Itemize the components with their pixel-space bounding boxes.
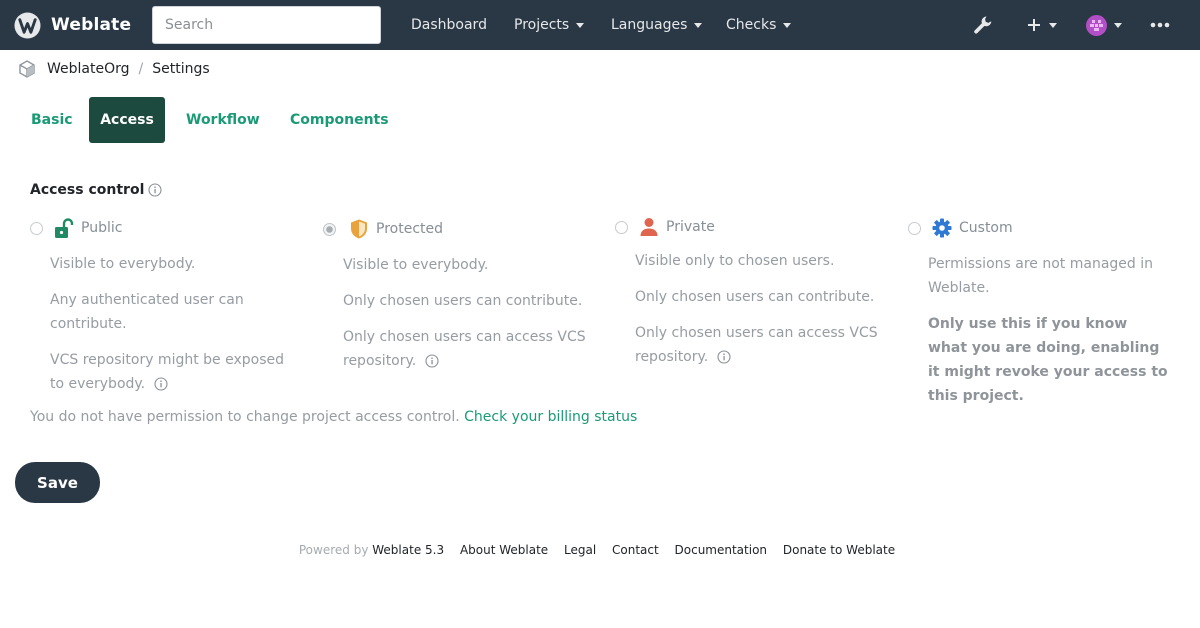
protected-desc-line: Visible to everybody. <box>343 257 489 273</box>
footer-about-link[interactable]: About Weblate <box>460 543 548 557</box>
access-option-private: Private Visible only to chosen users. On… <box>615 213 885 369</box>
access-option-protected-header[interactable]: Protected <box>323 215 593 243</box>
public-desc-line: VCS repository might be exposed to every… <box>50 348 300 396</box>
shield-icon <box>351 219 367 239</box>
tools-button[interactable] <box>973 0 993 50</box>
user-icon <box>640 218 658 236</box>
avatar-icon <box>1086 14 1107 36</box>
private-vcs-text: Only chosen users can access VCS reposit… <box>635 325 878 365</box>
protected-desc-line: Only chosen users can contribute. <box>343 293 583 309</box>
footer: Powered by Weblate 5.3 About Weblate Leg… <box>0 543 1200 557</box>
brand-name: Weblate <box>51 15 132 35</box>
public-description: Visible to everybody. Any authenticated … <box>50 252 300 396</box>
tab-components-label: Components <box>290 112 389 128</box>
top-navbar: Weblate Dashboard Projects Languages Che… <box>0 0 1200 50</box>
tab-access-label: Access <box>100 112 154 128</box>
private-desc-line: Only chosen users can access VCS reposit… <box>635 321 885 369</box>
ellipsis-icon <box>1150 22 1170 28</box>
access-option-private-header[interactable]: Private <box>615 213 885 241</box>
tab-workflow[interactable]: Workflow <box>171 97 275 143</box>
caret-down-icon <box>576 23 585 28</box>
caret-down-icon <box>694 23 703 28</box>
save-button[interactable]: Save <box>15 462 100 503</box>
nav-dashboard[interactable]: Dashboard <box>411 0 487 50</box>
nav-checks[interactable]: Checks <box>726 0 792 50</box>
caret-down-icon <box>783 23 792 28</box>
custom-description: Permissions are not managed in Weblate. … <box>928 252 1170 408</box>
breadcrumb-settings-link[interactable]: Settings <box>152 61 209 77</box>
private-label: Private <box>666 219 715 235</box>
info-icon[interactable] <box>717 350 731 364</box>
nav-languages-label: Languages <box>611 17 688 33</box>
footer-version-link[interactable]: Weblate 5.3 <box>372 543 444 557</box>
private-desc-line: Only chosen users can contribute. <box>635 289 875 305</box>
breadcrumb: WeblateOrg / Settings <box>17 58 210 80</box>
nav-projects-label: Projects <box>514 17 570 33</box>
access-option-protected: Protected Visible to everybody. Only cho… <box>323 215 593 373</box>
info-icon[interactable] <box>425 354 439 368</box>
footer-contact-link[interactable]: Contact <box>612 543 659 557</box>
custom-radio[interactable] <box>908 221 921 235</box>
breadcrumb-org-link[interactable]: WeblateOrg <box>47 61 130 77</box>
nav-projects[interactable]: Projects <box>514 0 585 50</box>
more-menu-button[interactable] <box>1150 0 1170 50</box>
access-option-custom: Custom Permissions are not managed in We… <box>908 214 1170 408</box>
custom-warning: Only use this if you know what you are d… <box>928 316 1168 404</box>
protected-vcs-text: Only chosen users can access VCS reposit… <box>343 329 586 369</box>
nav-checks-label: Checks <box>726 17 777 33</box>
public-label: Public <box>81 220 123 236</box>
caret-down-icon <box>1049 23 1057 28</box>
tab-components[interactable]: Components <box>275 97 404 143</box>
tab-basic[interactable]: Basic <box>16 97 88 143</box>
search-input[interactable] <box>152 6 381 44</box>
tab-basic-label: Basic <box>31 112 73 128</box>
public-radio[interactable] <box>30 221 43 235</box>
protected-desc-line: Only chosen users can access VCS reposit… <box>343 325 593 373</box>
private-description: Visible only to chosen users. Only chose… <box>635 249 885 369</box>
footer-legal-link[interactable]: Legal <box>564 543 596 557</box>
caret-down-icon <box>1114 23 1122 28</box>
permission-note-text: You do not have permission to change pro… <box>30 409 460 425</box>
plus-icon <box>1028 19 1040 31</box>
protected-radio[interactable] <box>323 222 336 236</box>
footer-donate-link[interactable]: Donate to Weblate <box>783 543 895 557</box>
info-icon[interactable] <box>148 183 162 197</box>
add-menu-button[interactable] <box>1026 0 1057 50</box>
user-menu-button[interactable] <box>1086 0 1122 50</box>
access-control-title: Access control <box>30 182 145 198</box>
access-control-heading: Access control <box>30 180 162 200</box>
breadcrumb-separator: / <box>138 61 144 77</box>
powered-by-text: Powered by <box>298 543 369 557</box>
custom-label: Custom <box>959 220 1013 236</box>
private-radio[interactable] <box>615 220 628 234</box>
access-option-custom-header[interactable]: Custom <box>908 214 1170 242</box>
organization-cube-icon <box>19 60 35 78</box>
tab-workflow-label: Workflow <box>186 112 260 128</box>
private-desc-line: Visible only to chosen users. <box>635 253 835 269</box>
access-option-public-header[interactable]: Public <box>30 214 300 242</box>
permission-note: You do not have permission to change pro… <box>30 409 637 425</box>
public-desc-line: Any authenticated user can contribute. <box>50 292 244 332</box>
protected-description: Visible to everybody. Only chosen users … <box>343 253 593 373</box>
access-option-public: Public Visible to everybody. Any authent… <box>30 214 300 396</box>
custom-desc-line: Permissions are not managed in Weblate. <box>928 256 1153 296</box>
footer-documentation-link[interactable]: Documentation <box>675 543 768 557</box>
tab-access[interactable]: Access <box>89 97 165 143</box>
brand-link[interactable]: Weblate <box>14 11 131 39</box>
protected-label: Protected <box>376 221 443 237</box>
info-icon[interactable] <box>154 377 168 391</box>
public-desc-line: Visible to everybody. <box>50 256 196 272</box>
billing-status-link[interactable]: Check your billing status <box>464 409 637 425</box>
weblate-logo-icon <box>14 11 41 39</box>
nav-languages[interactable]: Languages <box>611 0 703 50</box>
nav-dashboard-label: Dashboard <box>411 17 487 33</box>
wrench-icon <box>974 16 992 34</box>
unlocked-icon <box>55 218 74 238</box>
gear-icon <box>932 218 952 238</box>
